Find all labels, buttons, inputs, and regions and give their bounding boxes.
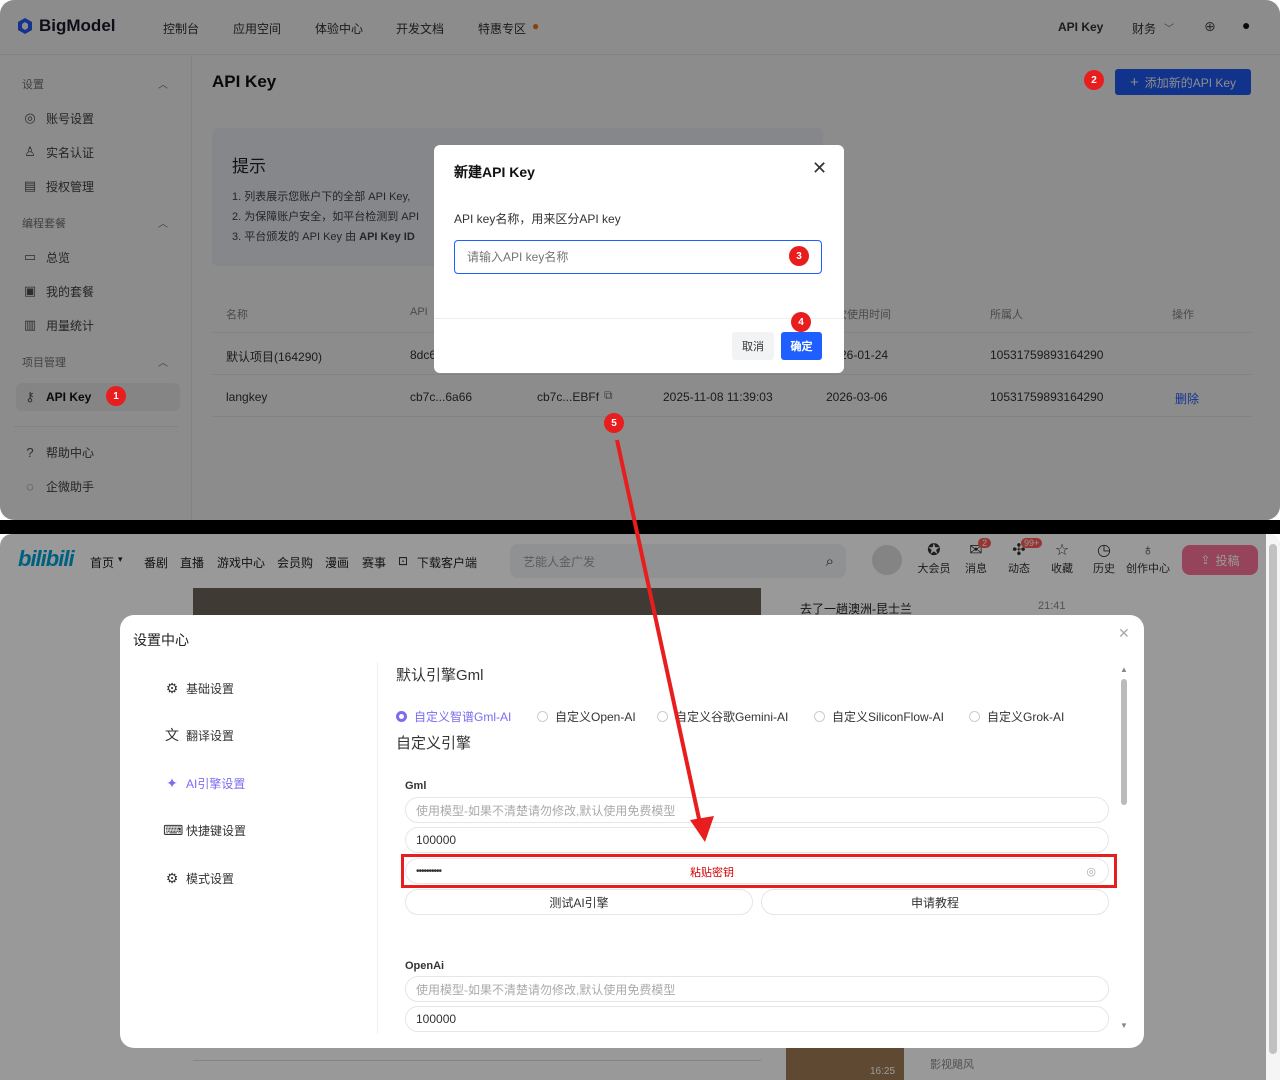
window-separator [0, 520, 1280, 534]
menu-basic-settings[interactable]: ⚙ 基础设置 [163, 676, 234, 700]
menu-label: 基础设置 [186, 681, 235, 696]
gml-model-input[interactable]: 使用模型-如果不清楚请勿修改,默认使用免费模型 [405, 797, 1109, 823]
gear-icon: ⚙ [165, 869, 179, 886]
settings-title: 设置中心 [133, 632, 189, 648]
confirm-button[interactable]: 确定 [781, 332, 822, 360]
close-icon[interactable]: ✕ [812, 158, 827, 179]
radio-label: 自定义谷歌Gemini-AI [675, 710, 789, 724]
page-scrollbar-thumb[interactable] [1269, 544, 1277, 1054]
menu-translate-settings[interactable]: 文翻译设置 [163, 723, 234, 747]
engine-radio-grok[interactable]: 自定义Grok-AI [969, 708, 1079, 725]
gear-icon: ⚙ [165, 679, 179, 696]
close-icon[interactable]: ✕ [1118, 625, 1130, 642]
engine-radio-siliconflow[interactable]: 自定义SiliconFlow-AI [814, 708, 969, 725]
gml-section-label: Gml [405, 780, 427, 792]
default-engine-heading: 默认引擎Gml [396, 667, 484, 684]
openai-model-input[interactable]: 使用模型-如果不清楚请勿修改,默认使用免费模型 [405, 976, 1109, 1002]
custom-engine-heading: 自定义引擎 [396, 735, 472, 752]
scroll-up-icon[interactable]: ▲ [1120, 665, 1128, 674]
menu-label: 翻译设置 [186, 728, 235, 743]
radio-label: 自定义智谱Gml-AI [414, 710, 512, 724]
step-marker: 1 [106, 386, 126, 406]
openai-max-input[interactable]: 100000 [405, 1006, 1109, 1032]
step-marker: 2 [1084, 70, 1104, 90]
menu-mode-settings[interactable]: ⚙ 模式设置 [163, 866, 234, 890]
openai-max-value: 100000 [416, 1012, 457, 1026]
api-key-name-input[interactable] [454, 240, 822, 274]
settings-scrollbar-thumb[interactable] [1121, 679, 1127, 805]
menu-label: 快捷键设置 [186, 823, 247, 838]
modal-title: 新建API Key [454, 164, 535, 180]
test-ai-engine-button[interactable]: 测试AI引擎 [405, 889, 753, 915]
gml-model-placeholder: 使用模型-如果不清楚请勿修改,默认使用免费模型 [416, 803, 676, 818]
tutorial-button[interactable]: 申请教程 [761, 889, 1109, 915]
translate-icon: 文 [165, 727, 179, 743]
engine-radio-openai[interactable]: 自定义Open-AI [537, 708, 661, 725]
settings-modal: 设置中心 ✕ ⚙ 基础设置 文翻译设置 ✦ AI引擎设置 ⌨ 快捷键设置 ⚙ 模式设置 … [120, 615, 1144, 1048]
bigmodel-window: BigModel 控制台 应用空间 体验中心 开发文档 特惠专区 ● API K… [0, 0, 1280, 520]
menu-shortcut-settings[interactable]: ⌨ 快捷键设置 [163, 818, 246, 842]
new-api-key-modal: 新建API Key ✕ API key名称，用来区分API key 取消 确定 [434, 145, 844, 373]
menu-ai-engine-settings[interactable]: ✦ AI引擎设置 [163, 771, 245, 795]
menu-label: AI引擎设置 [186, 776, 246, 791]
gml-max-value: 100000 [416, 833, 457, 847]
settings-scrollbar[interactable]: ▲ ▼ [1120, 665, 1128, 1031]
step-marker: 5 [604, 413, 624, 433]
highlight-box [401, 854, 1117, 888]
openai-model-placeholder: 使用模型-如果不清楚请勿修改,默认使用免费模型 [416, 982, 676, 997]
scroll-down-icon[interactable]: ▼ [1120, 1021, 1128, 1030]
sparkle-icon: ✦ [166, 774, 178, 791]
bilibili-window: bilibili 首页 ▾ 番剧 直播 游戏中心 会员购 漫画 赛事 ⊡ 下载客… [0, 534, 1280, 1080]
settings-menu: ⚙ 基础设置 文翻译设置 ✦ AI引擎设置 ⌨ 快捷键设置 ⚙ 模式设置 [133, 662, 378, 1034]
step-marker: 4 [791, 312, 811, 332]
menu-label: 模式设置 [186, 871, 235, 886]
gml-max-input[interactable]: 100000 [405, 827, 1109, 853]
radio-label: 自定义SiliconFlow-AI [832, 710, 945, 724]
engine-radio-gml[interactable]: 自定义智谱Gml-AI [396, 708, 537, 725]
cancel-button[interactable]: 取消 [732, 332, 774, 360]
engine-radio-group: 自定义智谱Gml-AI 自定义Open-AI 自定义谷歌Gemini-AI 自定… [396, 708, 1079, 725]
radio-label: 自定义Grok-AI [987, 710, 1065, 724]
keyboard-icon: ⌨ [163, 821, 184, 838]
modal-field-label: API key名称，用来区分API key [454, 212, 621, 226]
engine-radio-gemini[interactable]: 自定义谷歌Gemini-AI [657, 708, 814, 725]
radio-label: 自定义Open-AI [555, 710, 636, 724]
step-marker: 3 [789, 246, 809, 266]
page-scrollbar[interactable] [1266, 534, 1280, 1080]
openai-section-label: OpenAi [405, 960, 445, 972]
